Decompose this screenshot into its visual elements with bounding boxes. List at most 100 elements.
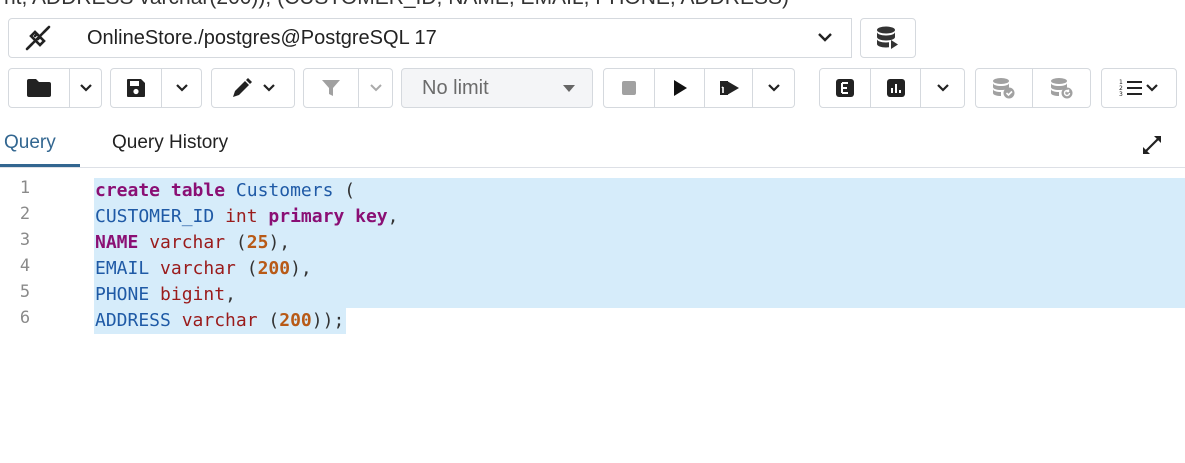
explain-button[interactable] xyxy=(819,68,871,108)
execute-button[interactable] xyxy=(655,68,705,108)
execute-script-button[interactable] xyxy=(705,68,753,108)
code-token: , xyxy=(387,206,399,227)
code-token: ), xyxy=(290,258,312,279)
folder-icon xyxy=(27,79,51,97)
chevron-down-icon xyxy=(263,84,275,92)
editor-tabs: Query Query History xyxy=(0,124,1185,168)
database-forward-icon xyxy=(877,26,898,49)
chevron-down-icon xyxy=(1146,84,1158,92)
commit-icon xyxy=(993,78,1015,99)
rollback-icon xyxy=(1050,78,1072,99)
explain-analyze-button[interactable] xyxy=(871,68,921,108)
tab-query-history[interactable]: Query History xyxy=(112,132,228,154)
code-token: ( xyxy=(235,258,258,279)
stop-icon xyxy=(622,81,636,95)
explain-dropdown[interactable] xyxy=(921,68,965,108)
top-fragment-text: nt, ADDRESS varchar(200)); (CUSTOMER_ID,… xyxy=(4,0,789,10)
line-number: 4 xyxy=(19,256,31,276)
execute-dropdown[interactable] xyxy=(753,68,795,108)
edit-pen-icon xyxy=(233,78,252,97)
database-forward-button[interactable] xyxy=(860,18,916,58)
explain-icon xyxy=(836,79,854,97)
code-token: )); xyxy=(311,310,345,331)
connection-bar: OnlineStore./postgres@PostgreSQL 17 xyxy=(0,12,1185,58)
code-token: PHONE xyxy=(95,284,150,305)
active-tab-indicator xyxy=(0,164,80,167)
code-token: varchar xyxy=(160,258,236,279)
selection-band xyxy=(94,282,1185,308)
filter-dropdown[interactable] xyxy=(359,68,393,108)
expand-icon[interactable] xyxy=(1141,134,1163,156)
query-toolbar: No limit 1 2 3 xyxy=(0,68,1185,108)
code-token: EMAIL xyxy=(95,258,150,279)
row-limit-label: No limit xyxy=(422,77,489,99)
code-line: EMAIL varchar (200), xyxy=(95,256,312,281)
save-icon xyxy=(127,79,145,97)
code-token: create table xyxy=(95,180,226,201)
open-file-button[interactable] xyxy=(8,68,70,108)
code-line: CUSTOMER_ID int primary key, xyxy=(95,204,398,229)
rollback-button[interactable] xyxy=(1033,68,1091,108)
code-token: 200 xyxy=(279,310,312,331)
open-file-dropdown[interactable] xyxy=(70,68,102,108)
chevron-down-icon xyxy=(79,84,92,92)
code-token: varchar xyxy=(149,232,226,253)
edit-button[interactable] xyxy=(211,68,295,108)
line-number: 5 xyxy=(19,282,31,302)
svg-text:3: 3 xyxy=(1119,91,1123,98)
filter-button[interactable] xyxy=(303,68,359,108)
code-token: varchar xyxy=(181,310,258,331)
line-number: 2 xyxy=(19,204,31,224)
execute-script-icon xyxy=(719,81,739,95)
code-token: ( xyxy=(257,310,280,331)
connection-label: OnlineStore./postgres@PostgreSQL 17 xyxy=(87,27,437,49)
code-token: ( xyxy=(225,232,247,253)
code-token: NAME xyxy=(95,232,139,253)
macros-button[interactable]: 1 2 3 xyxy=(1101,68,1177,108)
previous-editor-text-fragment: nt, ADDRESS varchar(200)); (CUSTOMER_ID,… xyxy=(0,0,1185,11)
caret-down-icon xyxy=(563,85,575,92)
chevron-down-icon xyxy=(369,84,382,92)
code-line: PHONE bigint, xyxy=(95,282,236,307)
tab-query[interactable]: Query xyxy=(4,132,56,154)
chevron-down-icon xyxy=(767,84,780,92)
filter-icon xyxy=(322,80,340,96)
code-token: ), xyxy=(268,232,291,253)
chevron-down-icon xyxy=(818,33,832,42)
line-number: 6 xyxy=(19,308,31,328)
sql-editor[interactable]: 123456 create table Customers (CUSTOMER_… xyxy=(0,168,1185,463)
line-number-gutter: 1 2 3 4 5 6 xyxy=(0,168,84,463)
save-dropdown[interactable] xyxy=(162,68,202,108)
connection-select[interactable]: OnlineStore./postgres@PostgreSQL 17 xyxy=(67,18,852,58)
code-token: ( xyxy=(333,180,356,201)
chevron-down-icon xyxy=(175,84,188,92)
connection-status-button[interactable] xyxy=(8,18,68,58)
code-token: CUSTOMER_ID xyxy=(95,206,215,227)
explain-analyze-icon xyxy=(886,79,905,97)
code-line: create table Customers ( xyxy=(95,178,355,203)
code-token: Customers xyxy=(235,180,334,201)
line-number: 1 xyxy=(19,178,31,198)
commit-button[interactable] xyxy=(975,68,1033,108)
plug-disconnected-icon xyxy=(25,25,51,51)
code-token: , xyxy=(225,284,236,305)
code-token: int xyxy=(225,206,258,227)
macros-icon: 1 2 3 xyxy=(1119,79,1142,98)
chevron-down-icon xyxy=(936,84,949,92)
save-button[interactable] xyxy=(110,68,162,108)
stop-button[interactable] xyxy=(603,68,655,108)
play-icon xyxy=(673,80,687,96)
code-line: ADDRESS varchar (200)); xyxy=(95,308,344,333)
code-line: NAME varchar (25), xyxy=(95,230,290,255)
line-number: 3 xyxy=(19,230,31,250)
code-token: 25 xyxy=(246,232,269,253)
code-token: 200 xyxy=(257,258,291,279)
row-limit-select[interactable]: No limit xyxy=(401,68,593,108)
